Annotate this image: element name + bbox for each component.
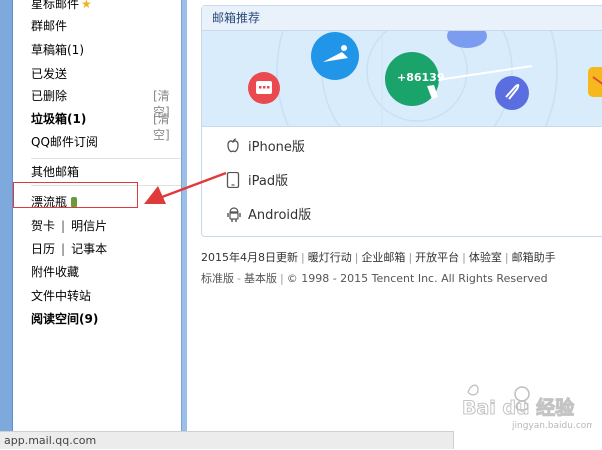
annotation-highlight-box [13, 182, 138, 208]
sidebar-item-group-mail[interactable]: 群邮件 [31, 18, 67, 34]
sidebar: 星标邮件 ★ 群邮件 草稿箱(1) 已发送 已删除 [清空] 垃圾箱(1) [清空… [13, 0, 189, 449]
mail-page: 星标邮件 ★ 群邮件 草稿箱(1) 已发送 已删除 [清空] 垃圾箱(1) [清空… [0, 0, 602, 449]
sidebar-item-starred[interactable]: 星标邮件 ★ [31, 0, 92, 12]
sidebar-divider-line [31, 158, 189, 159]
footer-link-open-platform[interactable]: 开放平台 [415, 251, 459, 264]
sidebar-item-attachments[interactable]: 附件收藏 [31, 264, 79, 280]
baidu-jingyan-watermark: Bai du 经验 jingyan.baidu.com [462, 384, 592, 431]
separator: | [462, 251, 466, 264]
download-label: iPad版 [248, 174, 289, 189]
download-android[interactable]: Android版 [226, 204, 311, 223]
footer-link-assistant[interactable]: 邮箱助手 [512, 251, 556, 264]
download-iphone[interactable]: iPhone版 [226, 136, 305, 155]
separator: | [354, 251, 359, 264]
download-label: iPhone版 [248, 140, 305, 155]
footer-link-lab[interactable]: 体验室 [469, 251, 502, 264]
banner-graphic: +86139 [248, 31, 602, 126]
separator: | [301, 251, 305, 264]
watermark-brand: Bai du 经验 [462, 396, 575, 419]
separator: | [279, 272, 284, 285]
sidebar-item-label: 星标邮件 [31, 0, 80, 11]
browser-status-bar: app.mail.qq.com [0, 431, 454, 449]
sidebar-item-other-mailbox[interactable]: 其他邮箱 [31, 164, 79, 180]
sidebar-item-spam[interactable]: 垃圾箱(1) [31, 111, 86, 127]
separator: | [504, 251, 509, 264]
separator: | [408, 251, 413, 264]
sidebar-item-deleted[interactable]: 已删除 [31, 88, 67, 104]
sidebar-item-reading-space[interactable]: 阅读空间(9) [31, 311, 98, 327]
footer-links: 2015年4月8日更新 | 暖灯行动 | 企业邮箱 | 开放平台 | 体验室 | 邮箱助手 [201, 249, 556, 265]
footer-copyright-row: 标准版 - 基本版 | © 1998 - 2015 Tencent Inc. All R… [201, 270, 548, 286]
spam-clear-link[interactable]: [清空] [153, 111, 181, 143]
separator: | [61, 219, 66, 233]
promo-banner[interactable]: +86139 [202, 31, 602, 127]
watermark-url: jingyan.baidu.com [511, 421, 592, 431]
footer-basic-version[interactable]: 基本版 [244, 272, 277, 285]
sidebar-item-qq-subscribe[interactable]: QQ邮件订阅 [31, 134, 98, 150]
left-rail [0, 0, 13, 449]
download-label: Android版 [248, 208, 312, 223]
sidebar-item-sent[interactable]: 已发送 [31, 66, 67, 82]
sidebar-row-tools: 日历 | 记事本 [31, 241, 107, 257]
promo-title: 邮箱推荐 [202, 6, 602, 31]
footer-link-warm-light[interactable]: 暖灯行动 [308, 251, 352, 264]
apple-icon [226, 138, 240, 154]
footer-copyright: © 1998 - 2015 Tencent Inc. All Rights Re… [286, 272, 548, 285]
footer-link-enterprise[interactable]: 企业邮箱 [361, 251, 405, 264]
separator: - [237, 272, 241, 285]
sidebar-item-postcard[interactable]: 明信片 [71, 219, 107, 233]
banner-badge-text: +86139 [397, 71, 445, 84]
sidebar-item-notes[interactable]: 记事本 [71, 242, 107, 256]
footer-updated: 2015年4月8日更新 [201, 251, 298, 264]
promo-panel: 邮箱推荐 +86139 iPhone版 iPad版 Android版 [201, 5, 602, 237]
paperclip-app-icon [495, 76, 529, 110]
footer-standard-version[interactable]: 标准版 [201, 272, 234, 285]
sidebar-item-calendar[interactable]: 日历 [31, 242, 55, 256]
separator: | [61, 242, 66, 256]
sidebar-item-greeting-card[interactable]: 贺卡 [31, 219, 55, 233]
star-icon: ★ [81, 0, 92, 11]
annotation-arrow-icon [144, 171, 227, 204]
sidebar-item-file-transfer[interactable]: 文件中转站 [31, 288, 91, 304]
download-ipad[interactable]: iPad版 [226, 170, 288, 189]
sidebar-item-drafts[interactable]: 草稿箱(1) [31, 42, 84, 58]
sidebar-row-cards: 贺卡 | 明信片 [31, 218, 107, 234]
